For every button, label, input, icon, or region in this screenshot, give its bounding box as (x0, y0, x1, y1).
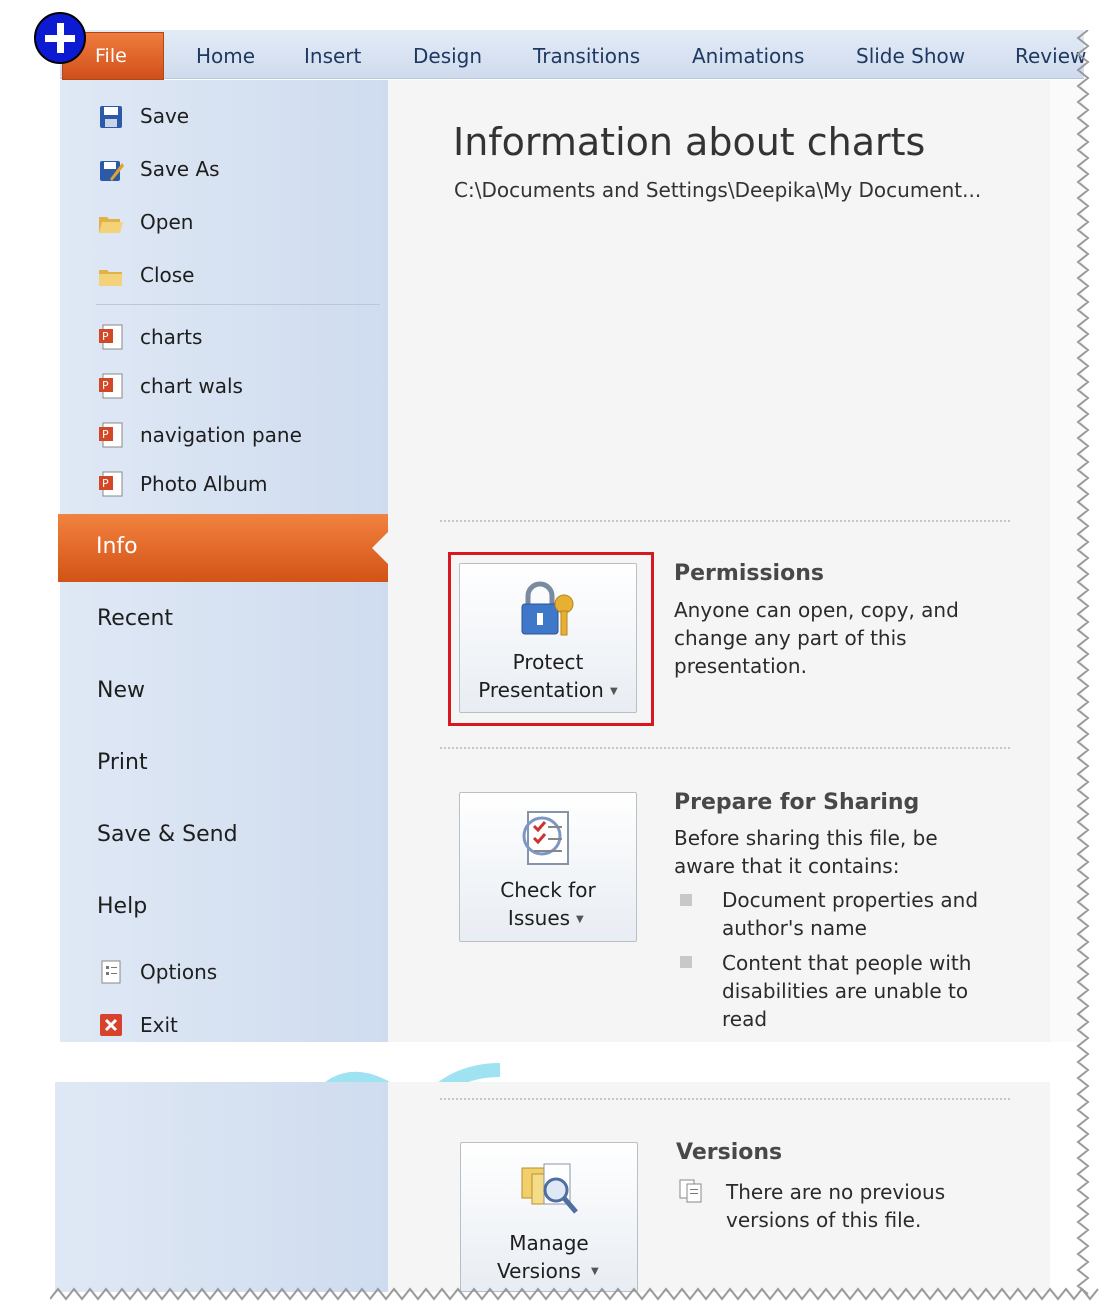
options-command[interactable]: Options (140, 960, 217, 984)
nav-item-new[interactable]: New (97, 678, 145, 703)
svg-text:P: P (102, 379, 109, 392)
save-command[interactable]: Save (140, 104, 189, 128)
recent-file[interactable]: Photo Album (140, 472, 268, 496)
tab-animations[interactable]: Animations (692, 44, 804, 68)
recent-file[interactable]: chart wals (140, 374, 243, 398)
permissions-heading: Permissions (674, 561, 824, 586)
save-icon (100, 106, 122, 128)
section-divider (440, 747, 1010, 749)
powerpoint-file-icon: P (99, 324, 123, 350)
bullet-icon (680, 894, 692, 906)
page-title: Information about charts (453, 120, 926, 164)
sharing-bullet-2: Content that people with disabilities ar… (722, 951, 972, 1031)
manage-versions-label-1: Manage (509, 1231, 589, 1255)
tab-file-label: File (95, 45, 127, 67)
nav-item-print[interactable]: Print (97, 750, 148, 775)
recent-file[interactable]: charts (140, 325, 202, 349)
prepare-for-sharing-heading: Prepare for Sharing (674, 790, 920, 815)
powerpoint-file-icon: P (99, 471, 123, 497)
open-folder-icon (99, 217, 123, 233)
powerpoint-file-icon: P (99, 422, 123, 448)
highlight-box (448, 552, 654, 726)
versions-heading: Versions (676, 1140, 783, 1165)
dropdown-arrow-icon: ▼ (591, 1266, 599, 1277)
bullet-icon (680, 956, 692, 968)
close-command[interactable]: Close (140, 263, 194, 287)
document-versions-icon (679, 1179, 702, 1203)
versions-icon (521, 1163, 578, 1214)
tab-transitions[interactable]: Transitions (533, 44, 640, 68)
prepare-for-sharing-text: Before sharing this file, be aware that … (674, 826, 938, 878)
svg-text:P: P (102, 330, 109, 343)
torn-edge-right (1076, 30, 1090, 1295)
tab-design[interactable]: Design (413, 44, 482, 68)
plus-circle-icon (34, 12, 86, 64)
exit-icon (100, 1014, 122, 1036)
versions-text: There are no previous versions of this f… (726, 1180, 946, 1232)
recent-file[interactable]: navigation pane (140, 423, 302, 447)
exit-command[interactable]: Exit (140, 1013, 178, 1037)
permissions-text: Anyone can open, copy, and change any pa… (674, 598, 959, 678)
screenshot-gap (0, 1042, 1109, 1082)
save-as-command[interactable]: Save As (140, 157, 220, 181)
nav-divider (96, 304, 380, 305)
section-divider (440, 1098, 1010, 1100)
tab-home[interactable]: Home (196, 44, 255, 68)
dropdown-arrow-icon: ▼ (576, 914, 584, 925)
nav-item-save-send[interactable]: Save & Send (97, 822, 238, 847)
tab-insert[interactable]: Insert (304, 44, 361, 68)
svg-text:P: P (102, 428, 109, 441)
tab-slide-show[interactable]: Slide Show (856, 44, 965, 68)
nav-item-info-label: Info (96, 534, 138, 559)
backstage-nav-continued (55, 1082, 388, 1292)
svg-text:P: P (102, 477, 109, 490)
file-path: C:\Documents and Settings\Deepika\My Doc… (454, 178, 982, 202)
nav-item-help[interactable]: Help (97, 894, 147, 919)
open-command[interactable]: Open (140, 210, 193, 234)
selection-pointer (372, 532, 388, 564)
check-for-issues-label-2: Issues (507, 906, 571, 930)
save-as-icon (100, 161, 124, 181)
check-for-issues-label-1: Check for (500, 878, 596, 902)
torn-edge-bottom (50, 1287, 1099, 1301)
manage-versions-label-2: Versions (497, 1259, 581, 1283)
close-folder-icon (99, 270, 122, 286)
nav-item-info[interactable]: Info (58, 514, 388, 582)
section-divider (440, 520, 1010, 522)
powerpoint-file-icon: P (99, 373, 123, 399)
nav-item-recent[interactable]: Recent (97, 606, 173, 631)
checklist-icon (522, 811, 569, 865)
options-icon (101, 960, 121, 984)
sharing-bullet-1: Document properties and author's name (722, 888, 979, 940)
